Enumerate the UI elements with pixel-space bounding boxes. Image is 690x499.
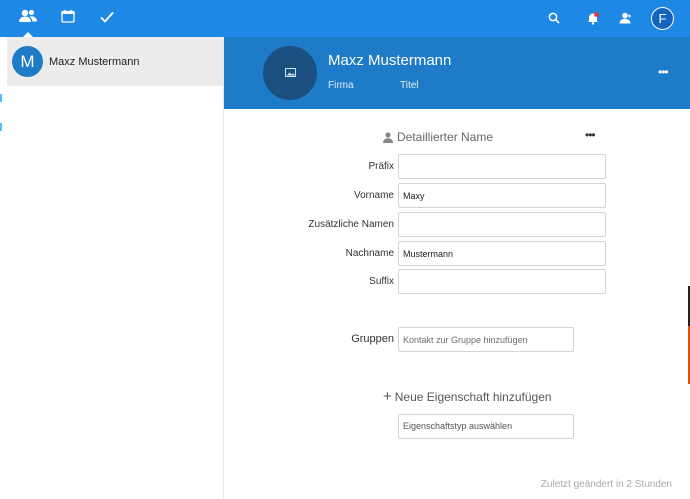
checkmark-icon [100, 10, 114, 28]
suffix-label: Suffix [369, 276, 394, 287]
suffix-input[interactable] [398, 269, 606, 294]
edge-marker [0, 94, 2, 102]
add-property-label: Neue Eigenschaft hinzufügen [394, 390, 552, 404]
tab-contacts[interactable] [8, 0, 48, 37]
tab-tasks[interactable] [87, 0, 127, 37]
last-name-label: Nachname [345, 248, 394, 259]
first-name-input[interactable] [398, 183, 606, 208]
section-title-text: Detaillierter Name [397, 130, 494, 144]
last-name-row: Nachname [224, 241, 690, 266]
user-avatar[interactable]: F [651, 7, 674, 30]
suffix-row: Suffix [224, 269, 690, 294]
contacts-icon [19, 9, 37, 28]
first-name-row: Vorname [224, 183, 690, 208]
property-type-select[interactable]: Eigenschaftstyp auswählen [398, 414, 574, 439]
contact-photo[interactable] [263, 46, 317, 100]
tab-calendar[interactable] [48, 0, 88, 37]
plus-icon: + [383, 388, 392, 405]
contact-details: Detaillierter Name ••• Präfix Vorname Zu… [224, 109, 690, 499]
last-modified-text: Zuletzt geändert in 2 Stunden [540, 479, 672, 490]
calendar-icon [61, 9, 75, 28]
contacts-sidebar: M Maxz Mustermann [7, 37, 224, 499]
detailed-name-title: Detaillierter Name [383, 130, 493, 144]
groups-row: Gruppen [224, 327, 690, 352]
notifications-icon[interactable] [583, 8, 603, 28]
edge-marker [0, 123, 2, 131]
user-initial: F [658, 11, 667, 26]
contact-avatar: M [12, 46, 43, 77]
groups-label: Gruppen [351, 333, 394, 345]
top-bar: F [0, 0, 690, 37]
title-field[interactable]: Titel [400, 80, 419, 91]
section-more-button[interactable]: ••• [585, 128, 596, 142]
additional-names-input[interactable] [398, 212, 606, 237]
last-name-input[interactable] [398, 241, 606, 266]
search-icon[interactable] [544, 8, 564, 28]
contact-display-name[interactable]: Maxz Mustermann [328, 52, 451, 69]
header-more-button[interactable]: ••• [658, 65, 669, 79]
contacts-menu-icon[interactable] [616, 8, 636, 28]
contact-header: Maxz Mustermann Firma Titel ••• [224, 37, 690, 109]
prefix-input[interactable] [398, 154, 606, 179]
prefix-label: Präfix [368, 161, 394, 172]
prefix-row: Präfix [224, 154, 690, 179]
image-icon [284, 64, 296, 82]
groups-input[interactable] [398, 327, 574, 352]
contact-name: Maxz Mustermann [49, 55, 140, 68]
additional-names-label: Zusätzliche Namen [308, 219, 394, 230]
app-root: F M Maxz Mustermann Maxz Mustermann Firm… [0, 0, 690, 499]
add-property-button[interactable]: + Neue Eigenschaft hinzufügen [383, 388, 552, 405]
contact-initial: M [20, 51, 35, 71]
first-name-label: Vorname [353, 190, 394, 201]
company-field[interactable]: Firma [328, 80, 354, 91]
additional-names-row: Zusätzliche Namen [224, 212, 690, 237]
person-icon [383, 131, 393, 143]
contact-list-item[interactable]: M Maxz Mustermann [7, 37, 223, 86]
